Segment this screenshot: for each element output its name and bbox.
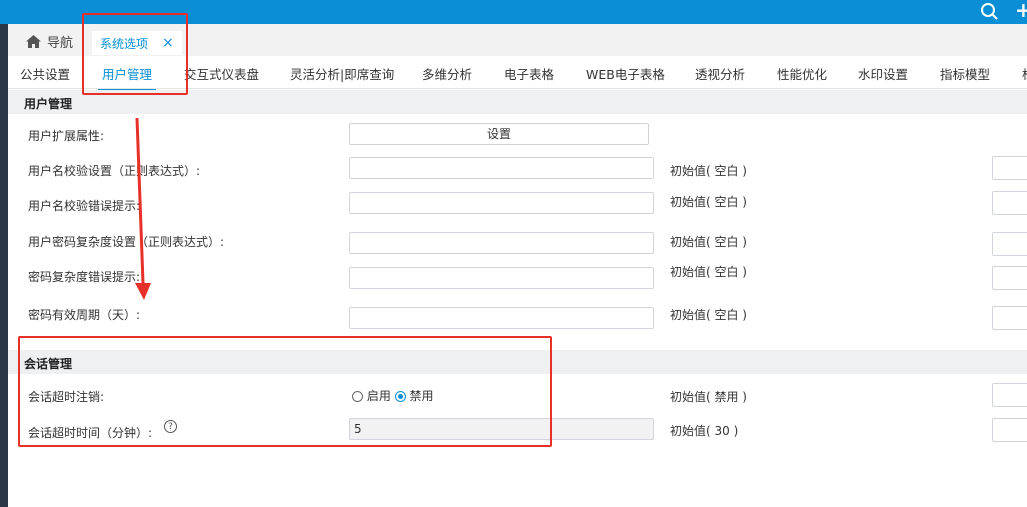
tab-system-options-label: 系统选项 [100,36,149,51]
session-timeout-logout-init: 初始值( 禁用 ) [670,390,747,404]
subtab-flexible-analysis[interactable]: 灵活分析|即席查询 [290,64,394,83]
subtab-public-settings[interactable]: 公共设置 [20,64,70,83]
password-period-extra-input[interactable] [992,306,1027,330]
password-period-input[interactable] [349,307,654,329]
password-error-init: 初始值( 空白 ) [670,265,747,279]
username-regex-label: 用户名校验设置（正则表达式）: [28,164,201,178]
subtab-multidimensional-analysis[interactable]: 多维分析 [422,64,472,83]
password-regex-init: 初始值( 空白 ) [670,235,747,249]
tab-system-options[interactable]: 系统选项 × [92,31,182,55]
session-timeout-logout-radios: 启用 禁用 [352,387,434,404]
nav-tab-bar: 导航 系统选项 × [8,24,1027,56]
section-user-management: 用户管理 [8,90,1027,114]
username-error-extra-input[interactable] [992,191,1027,215]
radio-disable[interactable] [394,391,406,402]
radio-enable[interactable] [352,391,363,402]
radio-disable-label: 禁用 [409,389,434,403]
password-error-input[interactable] [349,267,654,289]
password-period-init: 初始值( 空白 ) [670,308,747,322]
session-timeout-time-extra-input[interactable] [992,418,1027,442]
section-title: 用户管理 [24,97,73,111]
password-error-label: 密码复杂度错误提示: [28,270,141,284]
username-error-input[interactable] [349,192,654,214]
password-period-label: 密码有效周期（天）: [28,308,141,322]
subtab-spreadsheet[interactable]: 电子表格 [504,64,554,83]
session-timeout-logout-extra-input[interactable] [992,383,1027,407]
subtab-user-management[interactable]: 用户管理 [97,64,157,91]
username-error-init: 初始值( 空白 ) [670,195,747,209]
top-bar: + [0,0,1027,24]
close-icon[interactable]: × [162,35,174,51]
password-error-extra-input[interactable] [992,266,1027,290]
username-regex-input[interactable] [349,157,654,179]
radio-enable-label: 启用 [366,389,391,403]
tab-home-label: 导航 [47,36,74,51]
subtab-web-spreadsheet[interactable]: WEB电子表格 [586,64,665,83]
subtab-watermark[interactable]: 水印设置 [858,64,908,83]
session-timeout-logout-label: 会话超时注销: [28,390,105,404]
search-icon[interactable] [980,2,1000,22]
password-regex-extra-input[interactable] [992,232,1027,256]
username-regex-extra-input[interactable] [992,156,1027,180]
ext-attr-settings-button[interactable]: 设置 [349,123,649,145]
password-regex-label: 用户密码复杂度设置（正则表达式）: [28,235,225,249]
subtab-pivot-analysis[interactable]: 透视分析 [695,64,745,83]
left-sidebar-edge [0,24,8,507]
home-icon [26,35,41,48]
plus-icon[interactable]: + [1015,0,1027,22]
subtab-interactive-dashboard[interactable]: 交互式仪表盘 [184,64,259,83]
subtab-performance[interactable]: 性能优化 [777,64,827,83]
help-icon[interactable]: ? [164,420,177,433]
username-regex-init: 初始值( 空白 ) [670,164,747,178]
subtab-more[interactable]: 标 [1022,64,1027,83]
tab-home[interactable]: 导航 [26,32,73,51]
session-timeout-time-init: 初始值( 30 ) [670,424,739,438]
section-session-management: 会话管理 [8,350,1027,374]
password-regex-input[interactable] [349,232,654,254]
username-error-label: 用户名校验错误提示: [28,199,141,213]
subtab-indicator-model[interactable]: 指标模型 [940,64,990,83]
settings-subtabs: 公共设置 用户管理 交互式仪表盘 灵活分析|即席查询 多维分析 电子表格 WEB… [8,56,1027,91]
ext-attr-label: 用户扩展属性: [28,129,105,143]
session-timeout-time-label: 会话超时时间（分钟）: [28,426,153,440]
session-timeout-time-input[interactable]: 5 [349,418,654,440]
section-title: 会话管理 [24,357,73,371]
